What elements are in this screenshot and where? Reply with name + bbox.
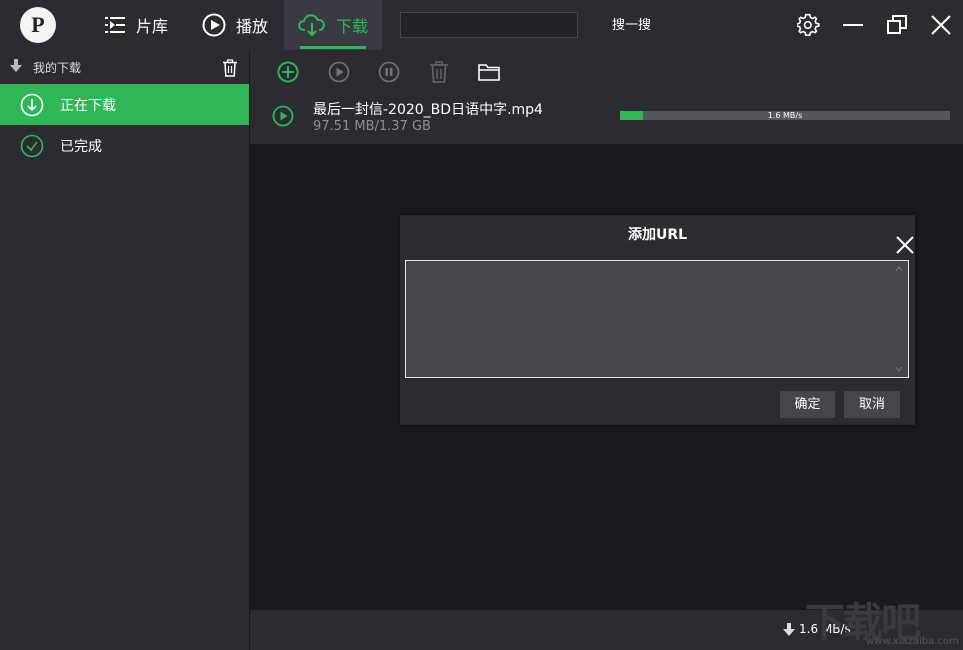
settings-button[interactable]: [796, 12, 822, 38]
search-button[interactable]: 搜一搜: [612, 14, 651, 33]
tab-download[interactable]: 下载: [284, 0, 382, 50]
arrow-down-icon: [783, 622, 795, 636]
restore-icon: [887, 15, 907, 34]
chevron-down-icon[interactable]: [895, 366, 903, 372]
textarea-scrollbar[interactable]: [890, 261, 908, 377]
download-progress-bar: 1.6 MB/s: [620, 111, 950, 120]
play-circle-icon: [202, 13, 226, 37]
sidebar-item-downloading[interactable]: 正在下载: [0, 84, 249, 125]
check-circle-icon: [20, 134, 44, 157]
pause-button[interactable]: [378, 61, 400, 83]
sidebar-item-label: 正在下载: [60, 97, 116, 114]
search-input[interactable]: [400, 12, 578, 38]
gear-icon: [797, 13, 820, 36]
restore-button[interactable]: [884, 12, 910, 38]
minimize-icon: [843, 24, 863, 26]
open-folder-button[interactable]: [478, 61, 500, 83]
tab-play[interactable]: 播放: [202, 0, 272, 50]
chevron-up-icon[interactable]: [895, 266, 903, 272]
library-icon: [105, 17, 125, 33]
ok-button[interactable]: 确定: [780, 391, 835, 418]
tab-play-label: 播放: [236, 17, 269, 36]
add-url-dialog: 添加URL 确定 取消: [400, 215, 915, 425]
download-row[interactable]: 最后一封信-2020_BD日语中字.mp4 97.51 MB/1.37 GB 1…: [250, 90, 963, 144]
tab-library[interactable]: 片库: [104, 0, 174, 50]
close-icon[interactable]: [894, 234, 916, 256]
play-icon: [328, 61, 350, 83]
sidebar-title: 我的下载: [33, 61, 82, 75]
add-icon: [277, 61, 299, 83]
sidebar-item-completed[interactable]: 已完成: [0, 125, 249, 166]
app-logo[interactable]: P: [20, 7, 56, 43]
pause-icon: [378, 61, 400, 83]
close-button[interactable]: [928, 12, 954, 38]
start-button[interactable]: [328, 61, 350, 83]
app-logo-text: P: [31, 12, 45, 37]
dialog-title: 添加URL: [627, 227, 688, 243]
tab-download-label: 下载: [335, 17, 368, 36]
tab-library-label: 片库: [136, 17, 169, 36]
download-size: 97.51 MB/1.37 GB: [313, 119, 431, 134]
trash-icon: [430, 61, 448, 83]
play-circle-icon[interactable]: [272, 105, 294, 127]
sidebar-header: 我的下载: [0, 50, 249, 84]
add-button[interactable]: [277, 61, 299, 83]
cancel-button[interactable]: 取消: [844, 391, 900, 418]
close-icon: [931, 15, 951, 35]
minimize-button[interactable]: [840, 12, 866, 38]
download-circle-icon: [20, 93, 44, 116]
download-speed-label: 1.6 MB/s: [767, 111, 803, 120]
url-textarea[interactable]: [405, 260, 909, 378]
download-filename: 最后一封信-2020_BD日语中字.mp4: [313, 102, 543, 118]
arrow-down-icon: [10, 59, 22, 72]
sidebar: 我的下载 正在下载 已完成: [0, 50, 250, 650]
cloud-download-icon: [298, 14, 325, 36]
delete-button[interactable]: [428, 61, 450, 83]
sidebar-item-label: 已完成: [60, 138, 102, 155]
download-toolbar: [250, 50, 963, 90]
trash-icon[interactable]: [222, 59, 238, 77]
top-bar: P 片库 播放 下载 搜一搜: [0, 0, 963, 50]
folder-icon: [478, 64, 500, 81]
watermark-url: www.xiazaiba.com: [866, 636, 959, 647]
